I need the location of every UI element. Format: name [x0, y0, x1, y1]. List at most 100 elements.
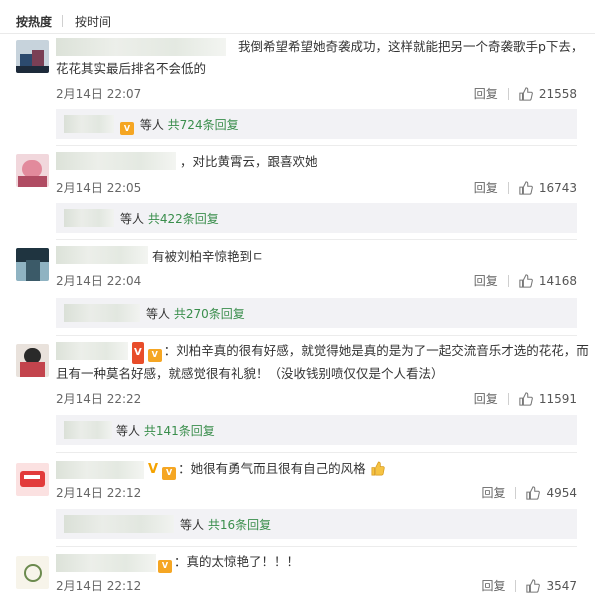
reply-button[interactable]: 回复	[474, 390, 498, 407]
comment-actions: 回复 4954	[481, 484, 577, 501]
blurred-replier	[64, 209, 114, 227]
blurred-username	[56, 246, 148, 264]
verified-badge-icon: V	[148, 462, 159, 477]
vip-badge-icon: V	[158, 559, 172, 573]
verified-badge-icon: V	[132, 342, 144, 364]
like-button[interactable]: 11591	[519, 392, 577, 406]
reply-summary-box: 等人 共422条回复	[56, 203, 577, 233]
reply-summary: 等人 共16条回复	[180, 516, 271, 533]
comment-time: 2月14日 22:07	[56, 87, 142, 101]
comment-time: 2月14日 22:05	[56, 181, 142, 195]
action-divider	[507, 181, 509, 194]
comment-text: ：刘柏辛真的很有好感，就觉得她是真的是为了一起交流音乐才选的花花，而	[163, 343, 589, 358]
divider	[56, 335, 577, 336]
reply-button[interactable]: 回复	[481, 484, 505, 501]
like-button[interactable]: 3547	[526, 579, 577, 593]
like-count: 21558	[538, 86, 577, 101]
sort-by-time-tab[interactable]: 按时间	[75, 13, 111, 30]
like-count: 3547	[546, 578, 577, 593]
thumbs-up-emoji-icon	[371, 461, 385, 476]
reply-summary-suffix: 等人	[146, 307, 171, 321]
like-count: 4954	[546, 485, 577, 500]
blurred-username	[56, 342, 128, 360]
sort-tabs: 按热度 按时间	[16, 12, 111, 30]
vip-badge-icon: V	[147, 348, 162, 362]
comment-text: ：真的太惊艳了！！！	[174, 554, 300, 569]
reply-summary-box: 等人 共270条回复	[56, 298, 577, 328]
comment-text: 我倒希望希望她奇袭成功，这样就能把另一个奇袭歌手p下去，	[238, 39, 584, 54]
comment-text-with-badges: V ：真的太惊艳了！！！	[158, 551, 579, 573]
sort-by-hot-tab[interactable]: 按热度	[16, 13, 52, 30]
reply-button[interactable]: 回复	[474, 272, 498, 289]
view-replies-link[interactable]: 共270条回复	[174, 307, 245, 321]
comment-time: 2月14日 22:12	[56, 486, 142, 500]
view-replies-link[interactable]: 共16条回复	[208, 518, 271, 532]
comment-text: ：她很有勇气而且很有自己的风格	[178, 461, 366, 476]
thumbs-up-icon	[526, 485, 541, 500]
reply-summary: 等人 共270条回复	[146, 305, 245, 322]
reply-summary: 等人 共141条回复	[116, 422, 215, 439]
comment-actions: 回复 14168	[474, 272, 577, 289]
reply-summary-suffix: 等人	[116, 424, 141, 438]
reply-button[interactable]: 回复	[474, 85, 498, 102]
reply-summary-suffix: 等人	[120, 212, 145, 226]
avatar[interactable]	[16, 556, 49, 589]
view-replies-link[interactable]: 共422条回复	[148, 212, 219, 226]
comment-text-with-badges: V V ：她很有勇气而且很有自己的风格	[148, 458, 579, 481]
tab-divider	[62, 15, 64, 27]
comment-actions: 回复 16743	[474, 179, 577, 196]
like-count: 16743	[538, 180, 577, 195]
like-button[interactable]: 4954	[526, 486, 577, 500]
blurred-username	[56, 554, 156, 572]
blurred-username	[56, 461, 144, 479]
view-replies-link[interactable]: 共724条回复	[168, 118, 239, 132]
reply-summary: 等人 共422条回复	[120, 210, 219, 227]
comment-actions: 回复 3547	[481, 577, 577, 594]
action-divider	[507, 87, 509, 100]
reply-summary-suffix: 等人	[139, 118, 164, 132]
like-button[interactable]: 16743	[519, 181, 577, 195]
reply-button[interactable]: 回复	[481, 577, 505, 594]
like-count: 14168	[538, 273, 577, 288]
action-divider	[507, 392, 509, 405]
view-replies-link[interactable]: 共141条回复	[144, 424, 215, 438]
vip-badge-icon: V	[120, 122, 134, 135]
blurred-username	[56, 152, 176, 170]
avatar[interactable]	[16, 463, 49, 496]
divider	[56, 452, 577, 453]
action-divider	[515, 486, 517, 499]
comment-time: 2月14日 22:22	[56, 392, 142, 406]
divider	[56, 546, 577, 547]
comment-text: 有被刘柏辛惊艳到ㄷ	[152, 249, 264, 264]
comment-actions: 回复 21558	[474, 85, 577, 102]
action-divider	[515, 579, 517, 592]
like-button[interactable]: 14168	[519, 274, 577, 288]
blurred-username	[56, 38, 226, 56]
thumbs-up-icon	[519, 273, 533, 288]
avatar[interactable]	[16, 248, 49, 281]
avatar[interactable]	[16, 344, 49, 377]
blurred-replier	[64, 115, 114, 133]
reply-summary: V 等人 共724条回复	[120, 116, 239, 135]
comment-time: 2月14日 22:12	[56, 579, 142, 593]
like-button[interactable]: 21558	[519, 87, 577, 101]
comment-text-continued: 且有一种莫名好感，就感觉很有礼貌！（没收钱别喷仅仅是个人看法）	[56, 366, 444, 381]
comment-text-continued: 花花其实最后排名不会低的	[56, 61, 207, 76]
thumbs-up-icon	[519, 86, 533, 101]
thumbs-up-icon	[526, 578, 541, 593]
reply-summary-suffix: 等人	[180, 518, 205, 532]
reply-summary-box: V 等人 共724条回复	[56, 109, 577, 139]
reply-summary-box: 等人 共16条回复	[56, 509, 577, 539]
avatar[interactable]	[16, 154, 49, 187]
blurred-replier	[64, 515, 174, 533]
comment-time: 2月14日 22:04	[56, 274, 142, 288]
divider	[56, 239, 577, 240]
like-count: 11591	[538, 391, 577, 406]
comment-text-with-badges: V V ：刘柏辛真的很有好感，就觉得她是真的是为了一起交流音乐才选的花花，而	[132, 340, 589, 364]
avatar[interactable]	[16, 40, 49, 73]
vip-badge-icon: V	[162, 466, 177, 480]
reply-summary-box: 等人 共141条回复	[56, 415, 577, 445]
comment-text: ，对比黄霄云，跟喜欢她	[180, 154, 318, 169]
reply-button[interactable]: 回复	[474, 179, 498, 196]
action-divider	[507, 274, 509, 287]
